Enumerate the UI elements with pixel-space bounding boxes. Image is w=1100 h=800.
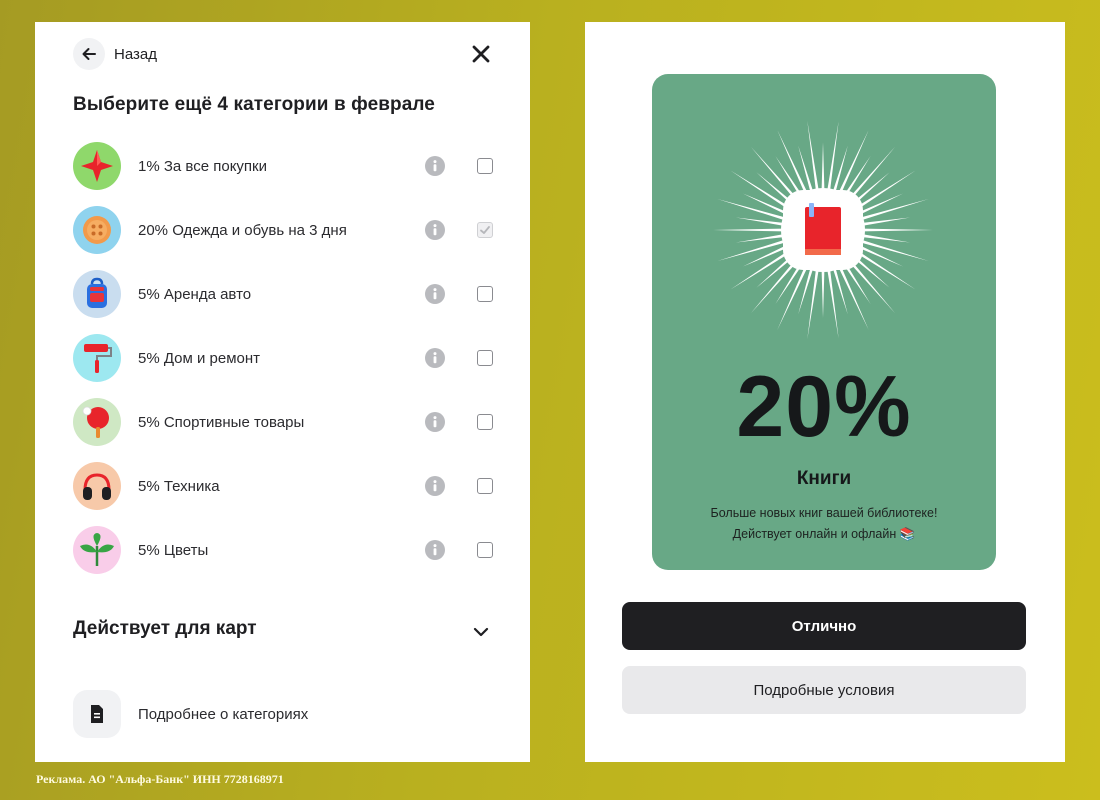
category-selection-panel: Назад Выберите ещё 4 категории в феврале… [35,22,530,762]
info-icon[interactable] [425,156,445,176]
backpack-icon [73,270,121,318]
back-button[interactable]: Назад [73,38,157,70]
promo-description: Больше новых книг вашей библиотеке! Дейс… [652,503,996,545]
category-label: 5% Аренда авто [138,285,252,303]
promo-category: Книги [796,468,852,489]
cards-expand-toggle[interactable] [469,620,493,644]
category-row[interactable]: 5% Спортивные товары [73,397,493,447]
red-star-icon [73,142,121,190]
cards-section-title: Действует для карт [73,618,257,639]
category-checkbox[interactable] [477,350,493,366]
category-row[interactable]: 20% Одежда и обувь на 3 дня [73,205,493,255]
book-icon [783,190,863,270]
paint-roller-icon [73,334,121,382]
promo-percent: 20% [736,359,912,455]
category-row[interactable]: 5% Техника [73,461,493,511]
category-label: 5% Цветы [138,541,209,559]
document-icon [73,690,121,738]
promo-description-line1: Больше новых книг вашей библиотеке! [710,506,938,520]
category-label: 1% За все покупки [138,157,267,175]
button-icon [73,206,121,254]
info-icon[interactable] [425,284,445,304]
back-label: Назад [114,45,157,63]
terms-button[interactable]: Подробные условия [622,666,1026,714]
category-label: 5% Техника [138,477,220,495]
promo-panel: 20% Книги Больше новых книг вашей библио… [585,22,1065,762]
headphones-icon [73,462,121,510]
category-row[interactable]: 5% Аренда авто [73,269,493,319]
arrow-left-icon [73,38,105,70]
check-icon [480,226,490,234]
category-label: 20% Одежда и обувь на 3 дня [138,221,347,239]
promo-description-line2: Действует онлайн и офлайн 📚 [732,527,916,541]
info-icon[interactable] [425,540,445,560]
category-label: 5% Спортивные товары [138,413,305,431]
category-checkbox[interactable] [477,542,493,558]
promo-card: 20% Книги Больше новых книг вашей библио… [652,74,996,570]
category-checkbox[interactable] [477,286,493,302]
categories-details-link[interactable]: Подробнее о категориях [73,690,308,738]
category-checkbox[interactable] [477,222,493,238]
info-icon[interactable] [425,348,445,368]
category-checkbox[interactable] [477,478,493,494]
close-button[interactable] [467,40,495,68]
info-icon[interactable] [425,476,445,496]
chevron-down-icon [473,627,489,637]
category-row[interactable]: 1% За все покупки [73,141,493,191]
category-checkbox[interactable] [477,414,493,430]
close-icon [472,45,490,63]
categories-details-label: Подробнее о категориях [138,705,309,723]
category-row[interactable]: 5% Дом и ремонт [73,333,493,383]
ping-pong-icon [73,398,121,446]
leaf-sprout-icon [73,526,121,574]
info-icon[interactable] [425,412,445,432]
ad-disclaimer: Реклама. АО "Альфа-Банк" ИНН 7728168971 [36,772,284,786]
category-checkbox[interactable] [477,158,493,174]
ok-button[interactable]: Отлично [622,602,1026,650]
page-title: Выберите ещё 4 категории в феврале [73,94,435,115]
info-icon[interactable] [425,220,445,240]
category-label: 5% Дом и ремонт [138,349,261,367]
category-row[interactable]: 5% Цветы [73,525,493,575]
